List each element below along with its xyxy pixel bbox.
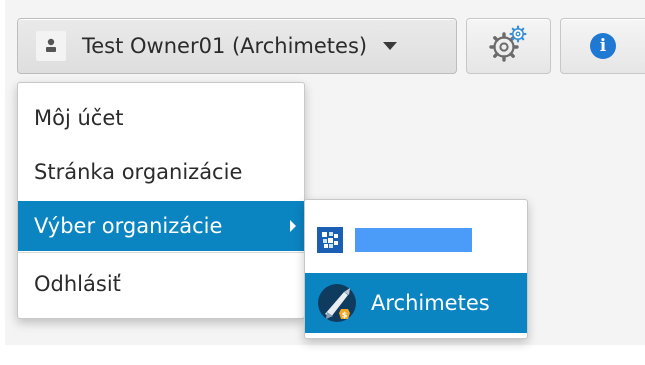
app-screen: Test Owner01 (Archimetes) i Môj účet Str… xyxy=(0,0,645,365)
user-dropdown-menu: Môj účet Stránka organizácie Výber organ… xyxy=(17,82,305,319)
menu-item-select-organization[interactable]: Výber organizácie xyxy=(18,201,304,251)
chevron-down-icon xyxy=(383,42,398,50)
settings-button[interactable] xyxy=(466,18,551,74)
org-item-archimetes[interactable]: $ Archimetes xyxy=(305,273,527,333)
menu-item-logout[interactable]: Odhlásiť xyxy=(18,259,304,309)
redacted-org-name xyxy=(355,228,472,252)
info-button[interactable]: i xyxy=(560,18,645,74)
user-icon xyxy=(36,31,66,61)
menu-divider xyxy=(18,252,304,253)
organization-submenu: $ Archimetes xyxy=(304,199,528,339)
menu-item-my-account[interactable]: Môj účet xyxy=(18,93,304,143)
page-footer-strip xyxy=(0,345,645,365)
menu-item-label: Odhlásiť xyxy=(34,272,121,296)
menu-item-label: Môj účet xyxy=(34,106,124,130)
user-name: Test Owner01 (Archimetes) xyxy=(82,34,368,58)
org-item-redacted[interactable] xyxy=(305,210,527,270)
svg-text:$: $ xyxy=(342,311,348,320)
menu-item-organization-page[interactable]: Stránka organizácie xyxy=(18,147,304,197)
org-item-label: Archimetes xyxy=(371,291,490,315)
info-icon: i xyxy=(590,33,616,59)
chevron-right-icon xyxy=(290,220,296,232)
organization-icon xyxy=(317,227,343,253)
menu-item-label: Stránka organizácie xyxy=(34,160,243,184)
menu-item-label: Výber organizácie xyxy=(34,214,223,238)
archimetes-logo: $ xyxy=(317,283,357,323)
gear-icon xyxy=(488,24,529,68)
user-menu-button[interactable]: Test Owner01 (Archimetes) xyxy=(17,18,457,74)
